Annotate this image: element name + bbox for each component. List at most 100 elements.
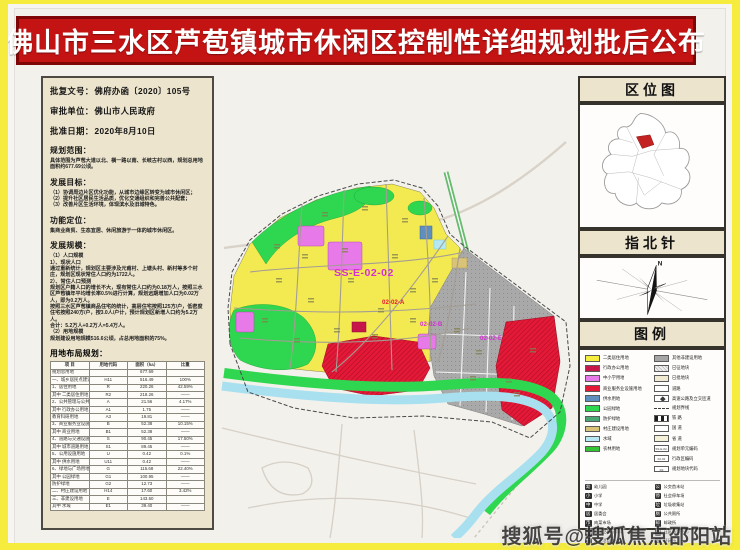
meta-value: 佛山市人民政府 bbox=[95, 106, 156, 116]
table-cell: 22.40% bbox=[166, 466, 205, 473]
legend-label: 国 道 bbox=[672, 425, 682, 431]
legend-label: 道路 bbox=[672, 386, 681, 392]
planning-map-svg: SS-E-02-02 02-02-A 02-02-B 02-02-E bbox=[214, 76, 576, 538]
parcel-code-mark bbox=[506, 381, 512, 383]
legend-swatch bbox=[585, 395, 600, 402]
table-cell: 19.81 bbox=[128, 414, 167, 421]
facility-icon: 公 bbox=[655, 484, 662, 491]
parcel-code-mark bbox=[392, 257, 398, 259]
facility-icon: 停 bbox=[655, 493, 662, 500]
block-code-label-b: 02-02-B bbox=[420, 321, 443, 328]
parcel-code-mark bbox=[514, 395, 520, 397]
legend-swatch bbox=[654, 415, 669, 422]
section-text: 按照三水区芦苞镇商品住宅的统计，高层住宅按照125方/户，低密度住宅按照240方… bbox=[50, 304, 205, 323]
parcel-code-mark bbox=[362, 209, 368, 211]
north-arrow-box: N bbox=[578, 256, 726, 320]
facility-item: 居居委会 bbox=[585, 511, 651, 518]
table-cell bbox=[166, 496, 205, 503]
table-cell bbox=[89, 369, 128, 376]
table-cell: G2 bbox=[89, 481, 128, 488]
table-cell: 42.59% bbox=[166, 384, 205, 391]
facility-label: 公交首末站 bbox=[664, 484, 685, 490]
parcel-code-mark bbox=[530, 348, 536, 350]
legend-label: 行政区编码 bbox=[672, 456, 693, 462]
table-cell: 52.38 bbox=[128, 429, 167, 436]
table-cell: 3.42% bbox=[166, 488, 205, 495]
table-row: 防护绿地G212.73—— bbox=[51, 481, 205, 488]
parcel-code-mark bbox=[308, 301, 314, 303]
legend-item: SS-E-02-02规划单元编码 bbox=[654, 445, 720, 452]
legend-label: 商业服务业设施用地 bbox=[603, 386, 642, 392]
legend-swatch bbox=[585, 385, 600, 392]
table-cell: 0.42 bbox=[128, 458, 167, 465]
parcel-code-mark bbox=[378, 308, 384, 310]
info-panel: 批复文号：佛府办函〔2020〕105号审批单位：佛山市人民政府批准日期：2020… bbox=[41, 76, 214, 530]
table-cell: 52.38 bbox=[128, 421, 167, 428]
parcel-code-mark bbox=[262, 318, 268, 320]
parcel-code-mark bbox=[274, 244, 280, 246]
table-cell: 其中 二类居住用地 bbox=[51, 391, 90, 398]
page-title: 佛山市三水区芦苞镇城市休闲区控制性详细规划批后公布 bbox=[6, 21, 706, 60]
table-cell: 100.95 bbox=[128, 473, 167, 480]
section-text: 通过重新统计，规划区主要涉及元甫村、上塘头村、新村等多个村庄，规划区现状常住人口… bbox=[50, 266, 205, 279]
legend-item: R2规划地块代码 bbox=[654, 466, 720, 473]
table-cell: 一、城乡居民点建设用地 bbox=[51, 377, 90, 384]
parcel-code-mark bbox=[476, 350, 482, 352]
location-map-svg bbox=[580, 105, 724, 227]
legend-swatch bbox=[654, 435, 669, 442]
table-cell: 其中 供水用地 bbox=[51, 458, 90, 465]
parcel-code-mark bbox=[308, 298, 314, 300]
table-cell: 12.73 bbox=[128, 481, 167, 488]
parcel-code-mark bbox=[294, 341, 300, 343]
table-cell: U11 bbox=[89, 458, 128, 465]
table-header-cell: 比重 bbox=[166, 362, 205, 369]
parcel-code-mark bbox=[514, 392, 520, 394]
table-cell: 220.26 bbox=[128, 384, 167, 391]
table-row: 教育科研用地A319.81—— bbox=[51, 414, 205, 421]
legend-item: 铁 路 bbox=[654, 415, 720, 422]
table-cell: G bbox=[89, 466, 128, 473]
table-header-cell: 用地代码 bbox=[89, 362, 128, 369]
facility-label: 垃圾收集站 bbox=[664, 502, 685, 508]
table-row: 4、道路与交通设施用地S90.4517.50% bbox=[51, 436, 205, 443]
facility-label: 社会停车场 bbox=[664, 493, 685, 499]
section-text: 集商业商贸、生态宜居、休闲旅游于一体的城市休闲区。 bbox=[50, 228, 205, 234]
table-row: 其中 二类居住用地R2218.26—— bbox=[51, 391, 205, 398]
parcel-code-mark bbox=[334, 331, 340, 333]
legend: 二类居住用地行政办公用地中小学用地商业服务业设施用地供水用地公园绿地防护绿地村庄… bbox=[578, 348, 726, 530]
parcel-code-mark bbox=[274, 247, 280, 249]
table-cell: —— bbox=[166, 481, 205, 488]
legend-item: 防护绿地 bbox=[585, 416, 651, 423]
legend-swatch: SS-E-02-02 bbox=[654, 445, 669, 452]
section-text: 规划区户籍人口的增长不大，现有常住人口约为0.18万人，按照三水区芦苞镇年平均增… bbox=[50, 285, 205, 304]
table-cell: 0.42 bbox=[128, 451, 167, 458]
table-cell: 0.1% bbox=[166, 451, 205, 458]
table-row: 3、商业服务业设施用地B52.3810.15% bbox=[51, 421, 205, 428]
table-cell: 其中 行政办公用地 bbox=[51, 406, 90, 413]
table-cell: B bbox=[89, 421, 128, 428]
meta-label: 审批单位： bbox=[50, 106, 94, 116]
section-text: （3）改善片区生活环境，体现滨水及旧城特色。 bbox=[50, 202, 205, 208]
legend-column-left: 二类居住用地行政办公用地中小学用地商业服务业设施用地供水用地公园绿地防护绿地村庄… bbox=[585, 355, 651, 476]
table-cell: 其中 公园绿地 bbox=[51, 473, 90, 480]
block-code-label-a: 02-02-A bbox=[382, 299, 405, 306]
section-text: 规划建设用地规模516.6公顷，占总用地面积的75%。 bbox=[50, 336, 205, 342]
legend-item: 已征地块 bbox=[654, 365, 720, 372]
parcel-code-mark bbox=[276, 278, 282, 280]
facility-item: 公公交首末站 bbox=[655, 484, 721, 491]
legend-label: 省 道 bbox=[672, 436, 682, 442]
facility-icon: 厕 bbox=[655, 511, 662, 518]
parcel-code-mark bbox=[302, 254, 308, 256]
legend-label: 铁 路 bbox=[672, 415, 682, 421]
parcel-code-mark bbox=[334, 328, 340, 330]
legend-swatch bbox=[585, 375, 600, 382]
parcel-code-mark bbox=[410, 318, 416, 320]
legend-label: 已批地块 bbox=[672, 375, 689, 381]
table-cell: 17.50% bbox=[166, 436, 205, 443]
table-cell: 516.49 bbox=[128, 377, 167, 384]
table-cell: 规划总用地 bbox=[51, 369, 90, 376]
table-cell: —— bbox=[166, 391, 205, 398]
parcel-code-mark bbox=[454, 331, 460, 333]
meta-row: 审批单位：佛山市人民政府 bbox=[50, 105, 205, 117]
table-cell: 1、居住用地 bbox=[51, 384, 90, 391]
